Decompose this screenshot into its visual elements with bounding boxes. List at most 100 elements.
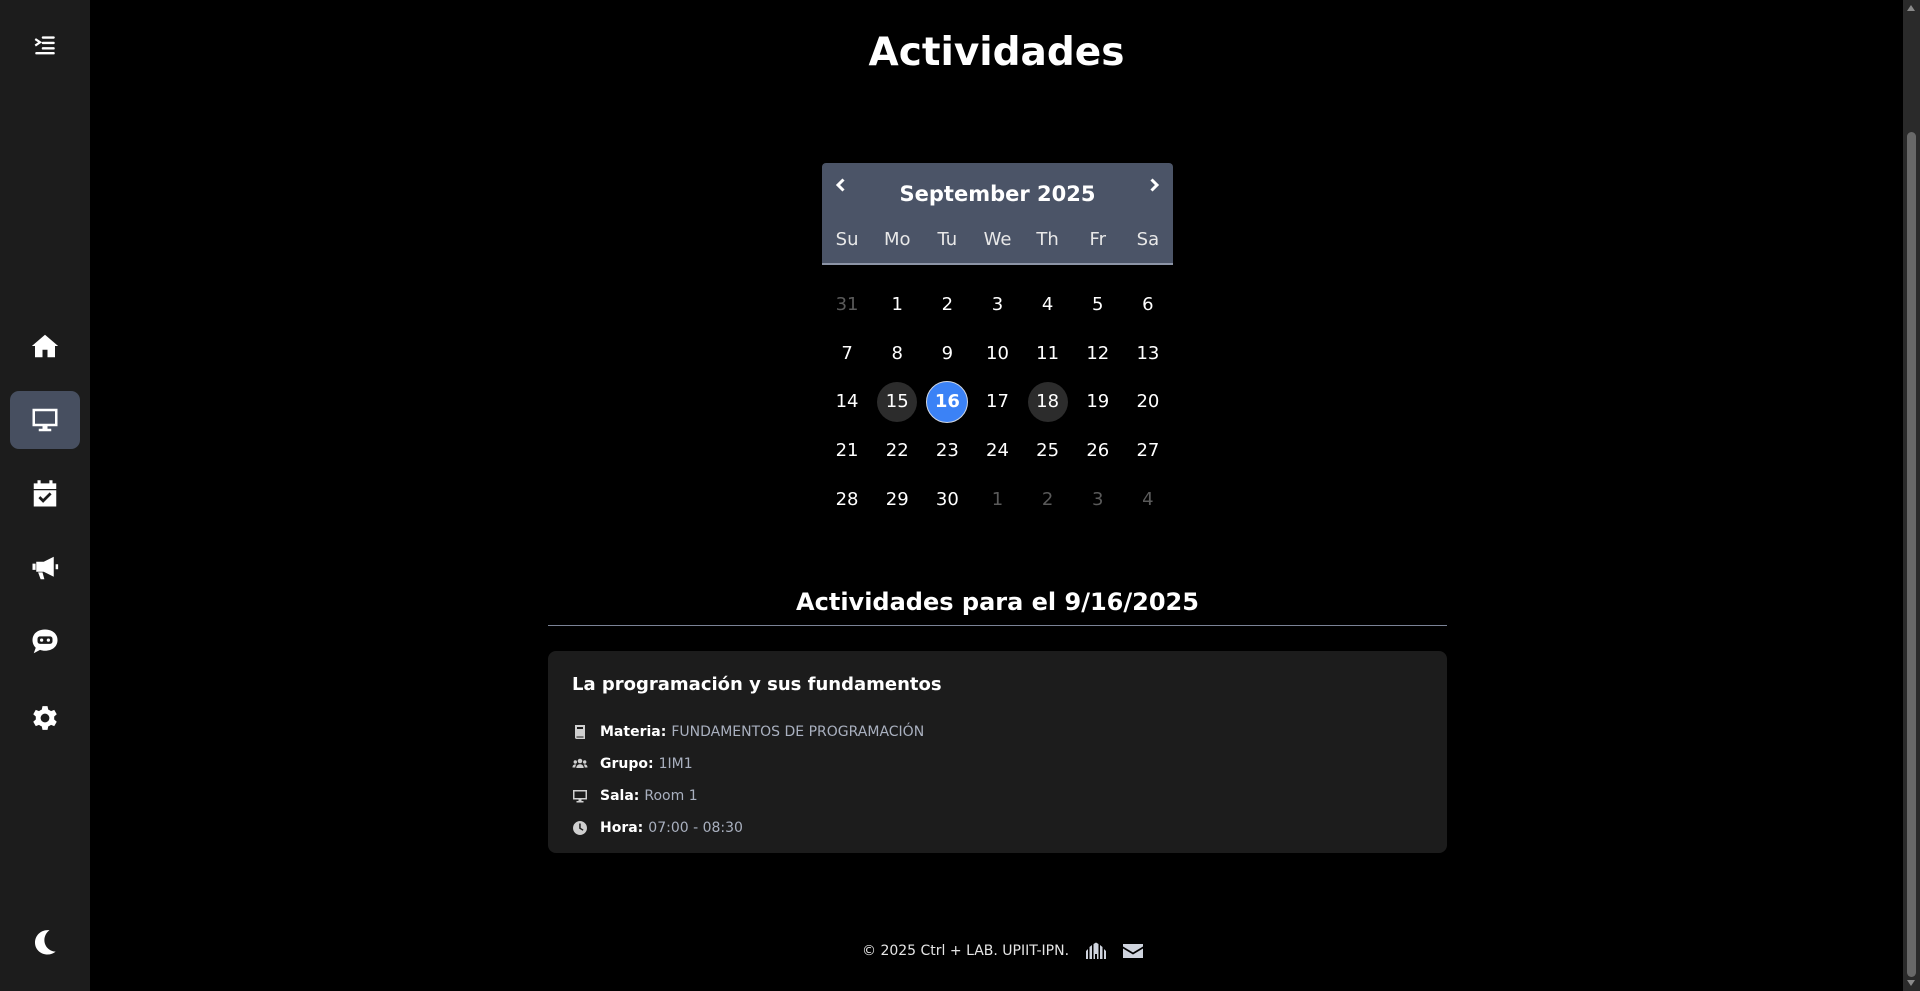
calendar-day[interactable]: 29	[872, 475, 922, 524]
calendar-day[interactable]: 15	[872, 378, 922, 427]
calendar-day[interactable]: 23	[922, 426, 972, 475]
calendar-day[interactable]: 14	[822, 378, 872, 427]
calendar-day[interactable]: 21	[822, 426, 872, 475]
weekday-label: Tu	[937, 229, 958, 250]
calendar-day[interactable]: 27	[1123, 426, 1173, 475]
calendar-day[interactable]: 3	[1073, 475, 1123, 524]
calendar-day[interactable]: 25	[1023, 426, 1073, 475]
activity-grupo-row: Grupo: 1IM1	[572, 756, 693, 772]
calendar-day[interactable]: 1	[872, 280, 922, 329]
calendar-day[interactable]: 18	[1023, 378, 1073, 427]
calendar-day[interactable]: 17	[972, 378, 1022, 427]
email-link[interactable]	[1123, 943, 1144, 959]
calendar-day-number: 7	[841, 342, 853, 364]
footer-copyright: © 2025 Ctrl + LAB. UPIIT-IPN.	[862, 943, 1070, 959]
calendar-day[interactable]: 19	[1073, 378, 1123, 427]
book-icon	[575, 725, 585, 739]
calendar-day[interactable]: 9	[922, 329, 972, 378]
calendar-days-grid: 31 1 2 3 4 5 6 7 8 9 10 11 12 13 14 15 16 17 18 19 20 21 22 23 2…	[822, 280, 1173, 524]
calendar-day-number: 22	[885, 440, 909, 462]
calendar-day-number: 25	[1036, 440, 1060, 462]
calendar-day[interactable]: 2	[1023, 475, 1073, 524]
theme-toggle-button[interactable]	[10, 913, 80, 971]
footer: © 2025 Ctrl + LAB. UPIIT-IPN.	[862, 942, 1144, 960]
calendar-day[interactable]: 26	[1073, 426, 1123, 475]
sidebar-item-announcements[interactable]	[10, 539, 80, 597]
calendar-day-number: 3	[991, 293, 1004, 315]
institution-icon	[1086, 942, 1107, 959]
materia-value: FUNDAMENTOS DE PROGRAMACIÓN	[671, 724, 925, 740]
calendar-day[interactable]: 12	[1073, 329, 1123, 378]
calendar-day[interactable]: 30	[922, 475, 972, 524]
calendar-day[interactable]: 28	[822, 475, 872, 524]
activity-card[interactable]: La programación y sus fundamentos Materi…	[548, 651, 1447, 853]
scroll-up-arrow[interactable]	[1907, 5, 1915, 11]
calendar-day[interactable]: 20	[1123, 378, 1173, 427]
weekday-label: Mo	[883, 229, 911, 250]
weekday-label: Fr	[1089, 229, 1106, 250]
calendar-day-number: 4	[1041, 293, 1054, 315]
calendar-day-number: 13	[1136, 342, 1160, 364]
grupo-value: 1IM1	[658, 756, 693, 772]
calendar-day-number: 20	[1136, 391, 1160, 413]
calendar-day-number: 16	[926, 380, 969, 423]
calendar: September 2025 Su Mo Tu We Th Fr Sa 31 1 2…	[822, 163, 1173, 524]
calendar-day[interactable]: 4	[1123, 475, 1173, 524]
calendar-day-selected[interactable]: 16	[922, 378, 972, 427]
sidebar-toggle-button[interactable]	[10, 16, 80, 74]
home-icon	[31, 334, 59, 358]
sala-label: Sala:	[600, 788, 640, 804]
scroll-thumb[interactable]	[1907, 132, 1916, 977]
institution-link[interactable]	[1085, 942, 1107, 960]
menu-indent-icon	[34, 36, 55, 55]
clock-icon	[572, 821, 587, 835]
calendar-day-number: 19	[1086, 391, 1110, 413]
calendar-day[interactable]: 4	[1023, 280, 1073, 329]
sidebar-item-computer[interactable]	[10, 391, 80, 449]
calendar-day[interactable]: 6	[1123, 280, 1173, 329]
calendar-day[interactable]: 22	[872, 426, 922, 475]
calendar-day[interactable]: 11	[1023, 329, 1073, 378]
calendar-day[interactable]: 3	[972, 280, 1022, 329]
calendar-day-number: 5	[1092, 293, 1104, 315]
desktop-icon	[32, 408, 58, 432]
calendar-day[interactable]: 10	[972, 329, 1022, 378]
scroll-down-arrow[interactable]	[1907, 980, 1915, 986]
calendar-day-number: 14	[835, 391, 859, 413]
calendar-day[interactable]: 2	[922, 280, 972, 329]
scrollbar[interactable]	[1903, 0, 1920, 991]
calendar-day[interactable]: 5	[1073, 280, 1123, 329]
calendar-day-number: 21	[835, 440, 859, 462]
calendar-weekdays: Su Mo Tu We Th Fr Sa	[822, 229, 1173, 250]
sidebar-item-calendar[interactable]	[10, 465, 80, 523]
calendar-day-number: 9	[941, 342, 954, 364]
activity-title: La programación y sus fundamentos	[572, 674, 942, 695]
calendar-day[interactable]: 13	[1123, 329, 1173, 378]
materia-label: Materia:	[600, 724, 667, 740]
calendar-day[interactable]: 31	[822, 280, 872, 329]
calendar-next-button[interactable]	[1139, 171, 1169, 199]
calendar-day-number: 3	[1092, 488, 1104, 510]
calendar-day-number: 30	[935, 488, 959, 510]
weekday-label: We	[983, 229, 1012, 250]
calendar-day-number: 1	[891, 293, 903, 315]
calendar-month-label: September 2025	[899, 182, 1096, 206]
calendar-day-number: 17	[986, 391, 1009, 413]
calendar-day[interactable]: 8	[872, 329, 922, 378]
calendar-day[interactable]: 1	[972, 475, 1022, 524]
sidebar	[0, 0, 90, 991]
calendar-day-number: 29	[885, 488, 909, 510]
calendar-day[interactable]: 24	[972, 426, 1022, 475]
users-icon	[572, 758, 588, 768]
activity-sala-row: Sala: Room 1	[572, 788, 698, 804]
sidebar-item-chat[interactable]	[10, 613, 80, 671]
activity-materia-row: Materia: FUNDAMENTOS DE PROGRAMACIÓN	[572, 724, 924, 740]
calendar-day-number: 11	[1036, 342, 1060, 364]
calendar-check-icon	[33, 480, 57, 507]
calendar-day-number: 12	[1086, 342, 1110, 364]
sidebar-item-home[interactable]	[10, 317, 80, 375]
weekday-label: Sa	[1136, 229, 1160, 250]
sidebar-item-settings[interactable]	[10, 689, 80, 747]
calendar-day[interactable]: 7	[822, 329, 872, 378]
calendar-day-number: 1	[991, 488, 1004, 510]
